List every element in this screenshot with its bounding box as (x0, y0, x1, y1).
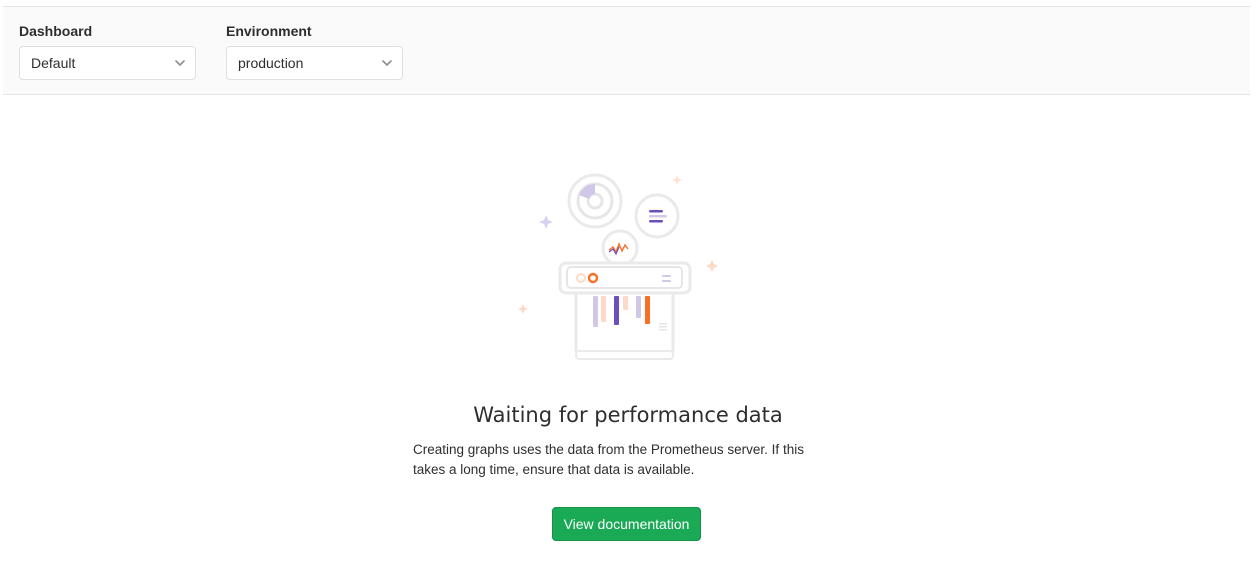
line-graph-bubble (601, 229, 639, 267)
dashboard-label: Dashboard (19, 23, 93, 39)
environment-label: Environment (226, 23, 312, 39)
list-bubble (634, 193, 680, 239)
sparkle-icon (539, 215, 553, 229)
chevron-down-icon (175, 60, 185, 66)
sparkle-icon (518, 304, 528, 314)
environment-select-value: production (238, 55, 304, 71)
pie-chart-bubble (567, 173, 623, 229)
monitoring-toolbar: Dashboard Default Environment production (3, 6, 1250, 95)
monitoring-empty-state-illustration (518, 173, 718, 360)
view-documentation-button[interactable]: View documentation (552, 507, 701, 541)
dashboard-field: Dashboard Default (19, 21, 196, 80)
dashboard-select[interactable]: Default (19, 46, 196, 80)
sparkle-icon (672, 175, 682, 185)
machine (558, 261, 692, 360)
environment-select[interactable]: production (226, 46, 403, 80)
chevron-down-icon (382, 60, 392, 66)
dashboard-select-value: Default (31, 55, 76, 71)
environment-field: Environment production (226, 21, 403, 80)
sparkle-icon (706, 260, 718, 272)
empty-state-description: Creating graphs uses the data from the P… (413, 442, 804, 477)
empty-state-title: Waiting for performance data (473, 403, 783, 427)
